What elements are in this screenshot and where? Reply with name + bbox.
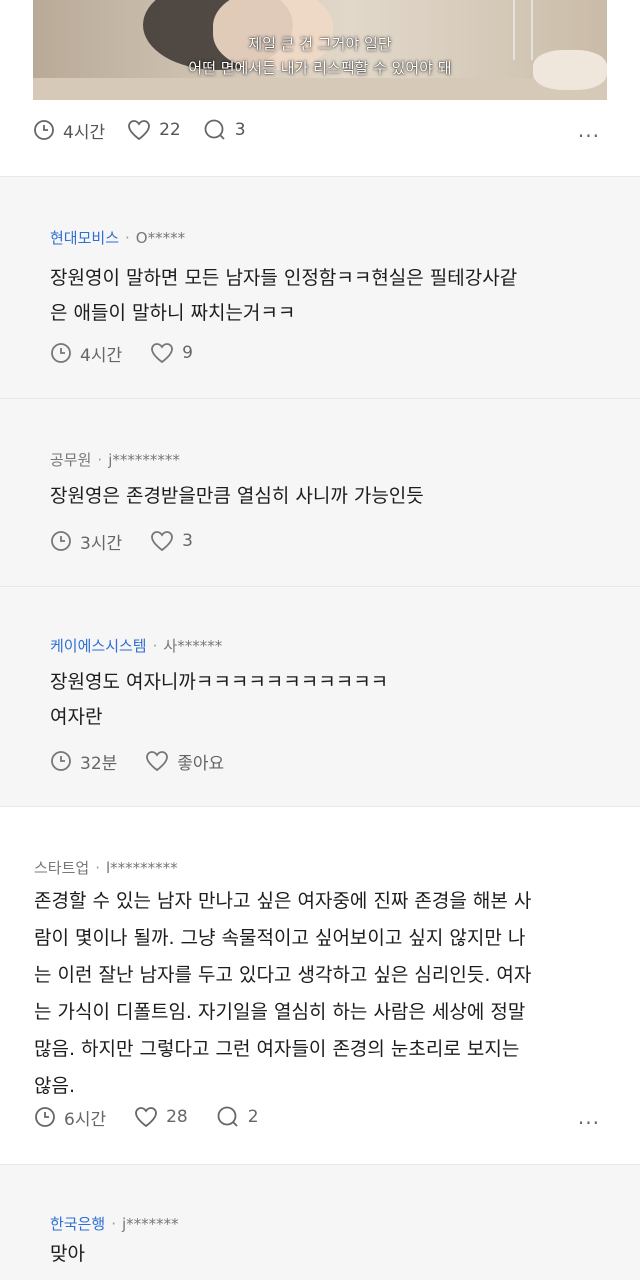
video-thumbnail[interactable]: 제일 큰 건 그거야 일단 어떤 면에서든 내가 리스펙할 수 있어야 돼: [33, 0, 607, 100]
comment-bubble-icon: [217, 1106, 238, 1127]
video-subtitle-line1: 제일 큰 건 그거야 일단: [248, 35, 392, 53]
comment-item: 한국은행 · j******* 맞아: [0, 1164, 640, 1280]
comment-user: j*******: [121, 1215, 179, 1233]
comment-meta: 6시간 28 2: [34, 1105, 287, 1130]
comment-text: 존경할 수 있는 남자 만나고 싶은 여자중에 진짜 존경을 해본 사 람이 몇…: [34, 890, 532, 1097]
comment-item: 현대모비스 · O***** 장원영이 말하면 모든 남자들 인정함ㅋㅋ현실은 필테…: [0, 176, 640, 398]
more-dots-icon[interactable]: ...: [578, 1105, 600, 1129]
comment-bubble-icon: [204, 119, 225, 140]
comment-item: 스타트업 · l********* 존경할 수 있는 남자 만나고 싶은 여자중에 …: [0, 806, 640, 1164]
comment-item: 케이에스시스템 · 사****** 장원영도 여자니까ㅋㅋㅋㅋㅋㅋㅋㅋㅋㅋㅋ 여자란…: [0, 586, 640, 806]
clock-icon: [35, 1107, 55, 1127]
comment-like-button[interactable]: 3: [150, 530, 193, 552]
comment-user: O*****: [135, 229, 186, 247]
company-link[interactable]: 케이에스시스템: [50, 637, 147, 655]
heart-icon: [128, 120, 151, 141]
clock-icon: [51, 751, 71, 771]
comment-like-button[interactable]: 9: [150, 342, 193, 364]
comment-header: 한국은행 · j*******: [50, 1215, 179, 1233]
comment-time: 4시간: [50, 341, 122, 366]
comment-like-button[interactable]: 좋아요: [145, 749, 224, 774]
comment-meta: 4시간 9: [50, 341, 221, 366]
heart-icon: [151, 531, 174, 552]
comment-header: 케이에스시스템 · 사******: [50, 637, 223, 655]
heart-icon: [151, 343, 174, 364]
company-link[interactable]: 스타트업: [34, 859, 89, 877]
comment-time: 32분: [50, 749, 117, 774]
post-time: 4시간: [33, 118, 105, 143]
comment-reply-button[interactable]: 2: [216, 1106, 259, 1128]
more-dots-icon[interactable]: ...: [578, 118, 600, 142]
clock-icon: [51, 343, 71, 363]
post-comment-button[interactable]: 3: [203, 119, 246, 141]
heart-icon: [146, 751, 169, 772]
post-comment-count: 3: [234, 120, 246, 140]
comment-text: 맞아: [50, 1243, 85, 1265]
comment-item: 공무원 · j********* 장원영은 존경받을만큼 열심히 사니까 가능인듯 …: [0, 398, 640, 586]
post-card: 제일 큰 건 그거야 일단 어떤 면에서든 내가 리스펙할 수 있어야 돼 4시…: [0, 0, 640, 176]
comment-text: 장원영도 여자니까ㅋㅋㅋㅋㅋㅋㅋㅋㅋㅋㅋ 여자란: [50, 671, 389, 728]
comment-text: 장원영이 말하면 모든 남자들 인정함ㅋㅋ현실은 필테강사같 은 애들이 말하니…: [50, 267, 518, 324]
comment-meta: 3시간 3: [50, 529, 221, 554]
post-like-count: 22: [159, 120, 181, 140]
comment-user: 사******: [163, 637, 223, 655]
comment-text: 장원영은 존경받을만큼 열심히 사니까 가능인듯: [50, 485, 424, 507]
comment-user: j*********: [108, 451, 180, 469]
comment-user: l*********: [105, 859, 178, 877]
video-subtitle-line2: 어떤 면에서든 내가 리스펙할 수 있어야 돼: [188, 59, 452, 77]
clock-icon: [34, 120, 54, 140]
heart-icon: [135, 1107, 158, 1128]
company-link[interactable]: 현대모비스: [50, 229, 119, 247]
comment-meta: 32분 좋아요: [50, 749, 252, 774]
post-meta: 4시간 22 3: [33, 118, 268, 143]
comment-header: 공무원 · j*********: [50, 451, 180, 469]
comment-header: 현대모비스 · O*****: [50, 229, 186, 247]
company-link[interactable]: 한국은행: [50, 1215, 105, 1233]
company-link[interactable]: 공무원: [50, 451, 91, 469]
comment-header: 스타트업 · l*********: [34, 859, 178, 877]
clock-icon: [51, 531, 71, 551]
comment-time: 6시간: [34, 1105, 106, 1130]
post-like-button[interactable]: 22: [127, 119, 181, 141]
comment-time: 3시간: [50, 529, 122, 554]
comment-like-button[interactable]: 28: [134, 1106, 188, 1128]
